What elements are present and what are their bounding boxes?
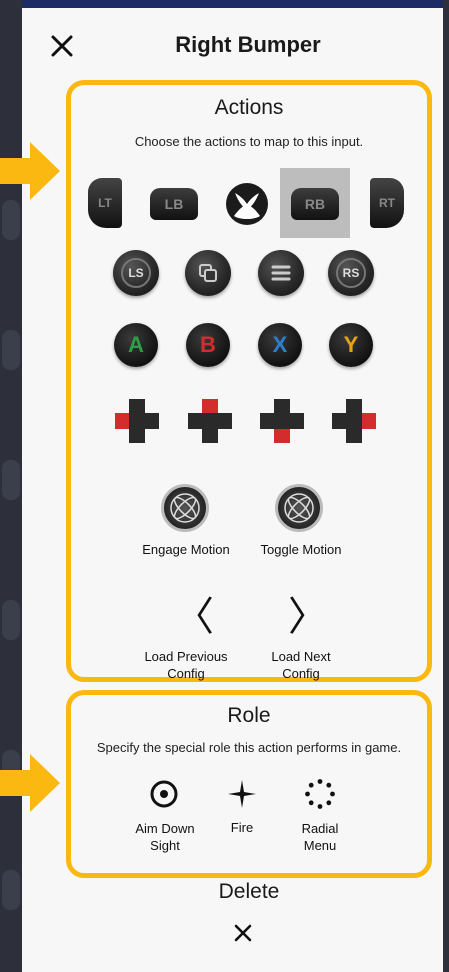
background-app-header [22,0,449,8]
x-label: X [272,332,288,357]
radial-menu-button[interactable] [302,776,338,812]
dpad-down-icon [260,399,304,443]
role-title: Role [227,704,271,727]
close-icon [234,924,252,942]
y-label: Y [343,332,359,357]
background-ghost [2,460,20,500]
fire-button[interactable] [224,776,260,812]
actions-subtitle: Choose the actions to map to this input. [134,134,364,149]
dpad-left-icon [115,399,159,443]
dpad-right-button[interactable] [327,394,381,448]
ls-label: LS [121,258,151,288]
toggle-motion-label: Toggle Motion [260,542,342,557]
background-ghost [2,600,20,640]
lb-bumper-button[interactable]: LB [150,188,198,220]
radial-menu-icon [305,779,335,809]
background-ghost [2,870,20,910]
role-subtitle: Specify the special role this action per… [96,740,402,755]
menu-button-icon [271,265,291,281]
delete-label: Delete [218,880,280,903]
y-button[interactable]: Y [329,323,373,367]
fire-label: Fire [230,820,254,835]
background-ghost [2,330,20,370]
a-button[interactable]: A [114,323,158,367]
arrow-right-icon [0,142,60,200]
dpad-left-button[interactable] [110,394,164,448]
b-button[interactable]: B [186,323,230,367]
dpad-up-icon [188,399,232,443]
load-next-config-label: Load Next Config [271,649,331,681]
dpad-up-button[interactable] [183,394,237,448]
actions-title: Actions [214,96,284,119]
previous-config-button[interactable]: 〈 [174,584,214,642]
engage-motion-button[interactable] [161,484,209,532]
load-previous-config-label: Load Previous Config [144,649,228,681]
view-button-icon [199,264,217,282]
background-app-edge [443,0,449,972]
dpad-down-button[interactable] [255,394,309,448]
delete-button[interactable] [226,916,260,950]
b-label: B [200,332,216,357]
toggle-motion-button[interactable] [275,484,323,532]
close-button[interactable] [44,28,80,64]
xbox-button[interactable] [223,180,271,228]
menu-button[interactable] [258,250,304,296]
gyro-motion-icon [170,493,200,523]
ls-stick-button[interactable]: LS [113,250,159,296]
gyro-motion-icon [284,493,314,523]
lt-label: LT [98,196,112,210]
rb-bumper-button[interactable]: RB [291,188,339,220]
a-label: A [128,332,144,357]
dpad-right-icon [332,399,376,443]
view-button[interactable] [185,250,231,296]
aim-down-sight-label: Aim Down Sight [135,821,195,853]
chevron-right-icon: 〉 [288,595,328,639]
actions-highlight-frame [66,80,432,682]
aim-down-sight-button[interactable] [146,776,182,812]
rt-trigger-button[interactable]: RT [370,178,404,228]
rs-stick-button[interactable]: RS [328,250,374,296]
next-config-button[interactable]: 〉 [288,584,328,642]
lb-label: LB [164,196,184,212]
xbox-logo-icon [226,183,268,225]
target-icon [150,780,178,808]
background-ghost [2,200,20,240]
chevron-left-icon: 〈 [174,595,214,639]
arrow-right-icon [0,754,60,812]
x-button[interactable]: X [258,323,302,367]
page-title: Right Bumper [175,32,321,57]
close-icon [51,35,73,57]
radial-menu-label: Radial Menu [301,821,339,853]
lt-trigger-button[interactable]: LT [88,178,122,228]
rb-label: RB [304,196,326,212]
engage-motion-label: Engage Motion [142,542,230,557]
crosshair-star-icon [228,780,256,808]
rt-label: RT [379,196,395,210]
rs-label: RS [336,258,366,288]
